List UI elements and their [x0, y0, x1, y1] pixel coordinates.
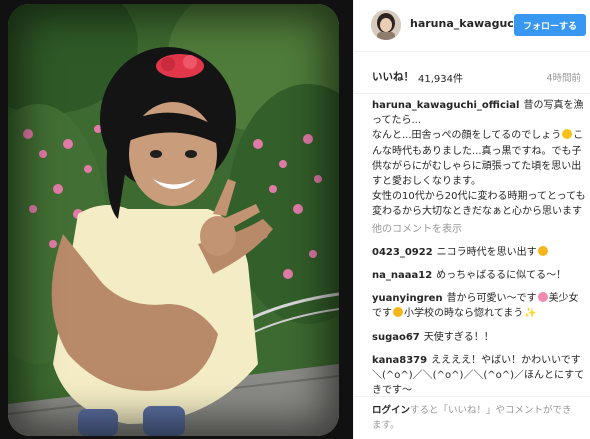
username-link[interactable]: haruna_kawaguc... [410, 17, 513, 30]
login-link[interactable]: ログイン [372, 405, 410, 416]
post-info-panel: haruna_kawaguc... フォローする いいね！ 41,934件 4時… [353, 0, 590, 439]
avatar-image [371, 10, 401, 40]
caption-text: なんと...田舎っぺの顔をしてるのでしょう [372, 130, 562, 142]
comment-item: sugao67 天使すぎる！！ [372, 330, 586, 345]
avatar[interactable] [371, 10, 401, 40]
comments-list: haruna_kawaguchi_official 昔の写真を漁ってたら... な… [372, 98, 586, 398]
comment-text: めっちゃばるるに似てる〜！ [436, 270, 567, 282]
smile-emoji-icon [562, 129, 573, 140]
login-prompt-footer: ログインすると「いいね！」やコメントができます。 [354, 396, 590, 439]
comment-author[interactable]: na_naaa12 [372, 270, 432, 281]
post-caption: haruna_kawaguchi_official 昔の写真を漁ってたら... な… [372, 98, 586, 220]
likes-count[interactable]: 41,934件 [418, 70, 463, 85]
blush-emoji-icon [537, 292, 548, 303]
caption-author[interactable]: haruna_kawaguchi_official [372, 100, 519, 111]
heart-eyes-emoji-icon [537, 245, 548, 256]
heart-eyes-emoji-icon [393, 307, 403, 318]
login-prompt: ログインすると「いいね！」やコメントができます。 [372, 403, 578, 433]
caption-text: 女性の10代から20代に変わる時期ってとっても変わるから大切なときだなぁと心から… [372, 191, 586, 218]
post-header: haruna_kawaguc... フォローする [354, 0, 590, 52]
comment-author[interactable]: kana8379 [372, 355, 427, 366]
comment-text: 天使すぎる！！ [423, 331, 494, 343]
comment-item: na_naaa12 めっちゃばるるに似てる〜！ [372, 268, 586, 283]
post-photo[interactable] [8, 4, 339, 436]
likes-row: いいね！ 41,934件 4時間前 [354, 52, 590, 94]
comment-author[interactable]: yuanyingren [372, 293, 443, 304]
follow-button[interactable]: フォローする [514, 14, 586, 36]
comment-item: 0423_0922 ニコラ時代を思い出す [372, 245, 586, 260]
comment-item: kana8379 ええええ！やばい！かわいいです＼(^o^)／＼(^o^)／＼(^… [372, 353, 586, 399]
comment-author[interactable]: 0423_0922 [372, 247, 433, 258]
comment-text: 昔から可愛い〜です [446, 293, 537, 305]
sparkle-emoji-icon: ✨ [524, 308, 537, 320]
photo-illustration [8, 4, 339, 436]
comment-text: ニコラ時代を思い出す [436, 246, 537, 258]
photo-panel [0, 0, 353, 439]
comment-text: 小学校の時なら惚れてまう [404, 308, 524, 320]
comment-author[interactable]: sugao67 [372, 332, 420, 343]
comment-item: yuanyingren 昔から可愛い〜です 美少女です 小学校の時なら惚れてまう✨ [372, 291, 586, 321]
post-timestamp: 4時間前 [546, 73, 581, 84]
likes-label: いいね！ [372, 71, 414, 83]
view-more-comments-link[interactable]: 他のコメントを表示 [372, 222, 586, 237]
